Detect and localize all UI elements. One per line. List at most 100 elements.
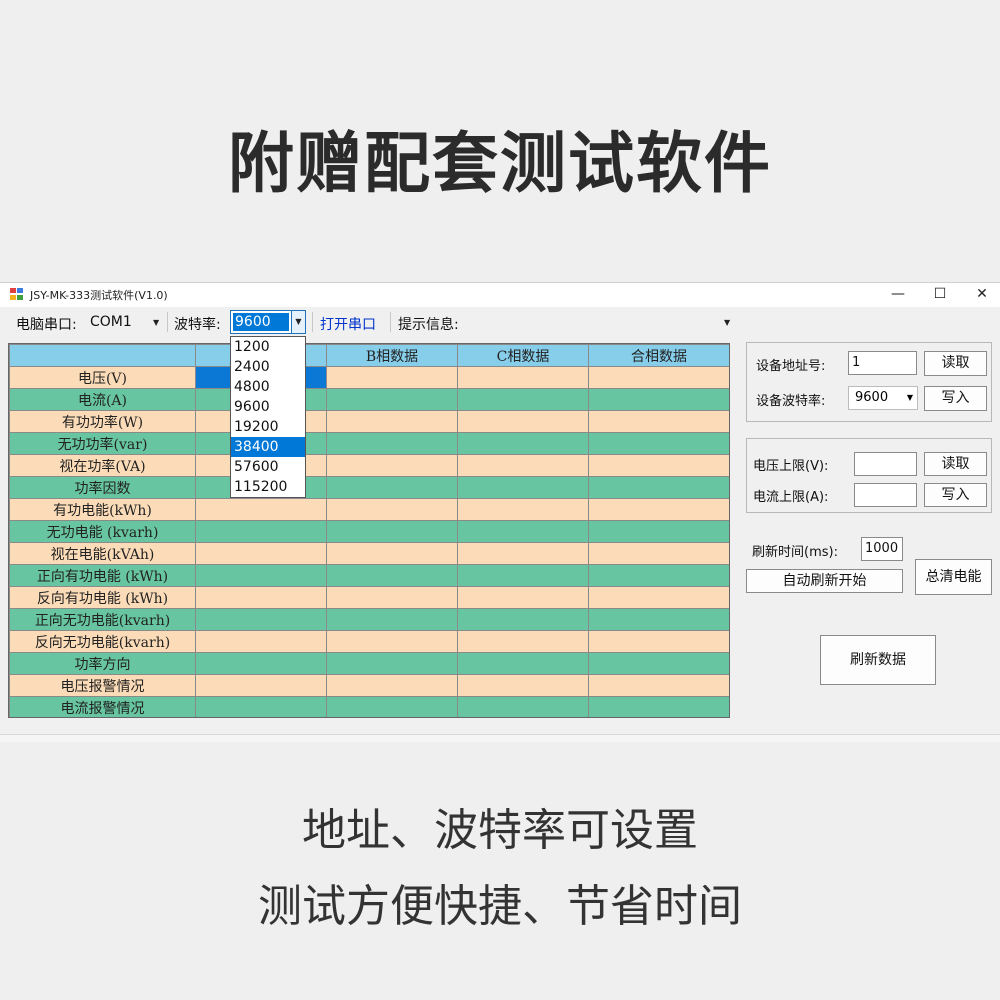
table-row[interactable]: 反向无功电能(kvarh) <box>9 630 729 653</box>
minimize-icon[interactable]: — <box>876 283 920 307</box>
port-select[interactable]: COM1 <box>90 314 132 330</box>
refresh-data-button[interactable]: 刷新数据 <box>820 635 936 685</box>
voltage-limit-input[interactable] <box>854 452 917 476</box>
baud-option[interactable]: 115200 <box>231 477 305 497</box>
info-dropdown-icon[interactable]: ▼ <box>724 318 730 327</box>
baud-dropdown-list[interactable]: 1200 2400 4800 9600 19200 38400 57600 115200 <box>230 336 306 498</box>
baud-select[interactable]: 9600 ▼ <box>230 310 306 334</box>
grid-cell[interactable] <box>195 652 327 675</box>
open-port-button[interactable]: 打开串口 <box>320 314 376 334</box>
port-dropdown-icon[interactable]: ▼ <box>153 318 159 327</box>
maximize-icon[interactable]: ☐ <box>918 283 962 307</box>
grid-cell[interactable] <box>326 388 458 411</box>
grid-cell[interactable] <box>588 586 729 609</box>
grid-cell[interactable] <box>588 520 729 543</box>
baud-option[interactable]: 1200 <box>231 337 305 357</box>
table-row[interactable]: 有功功率(W) <box>9 410 729 433</box>
grid-cell[interactable] <box>588 366 729 389</box>
grid-cell[interactable] <box>195 586 327 609</box>
grid-cell[interactable] <box>195 696 327 717</box>
data-grid[interactable]: A相数据 B相数据 C相数据 合相数据 电压(V)电流(A)有功功率(W)无功功… <box>8 343 730 718</box>
baud-option[interactable]: 57600 <box>231 457 305 477</box>
refresh-time-input[interactable]: 1000 <box>861 537 903 561</box>
grid-cell[interactable] <box>457 696 589 717</box>
grid-cell[interactable] <box>457 476 589 499</box>
grid-cell[interactable] <box>588 674 729 697</box>
grid-cell[interactable] <box>326 608 458 631</box>
grid-cell[interactable] <box>588 630 729 653</box>
table-row[interactable]: 正向有功电能 (kWh) <box>9 564 729 587</box>
write-limit-button[interactable]: 写入 <box>924 483 987 507</box>
grid-cell[interactable] <box>326 630 458 653</box>
grid-cell[interactable] <box>457 630 589 653</box>
grid-cell[interactable] <box>195 520 327 543</box>
grid-cell[interactable] <box>588 476 729 499</box>
grid-cell[interactable] <box>326 674 458 697</box>
grid-cell[interactable] <box>326 366 458 389</box>
device-baud-dropdown-icon[interactable]: ▼ <box>907 387 913 409</box>
grid-cell[interactable] <box>326 564 458 587</box>
grid-cell[interactable] <box>457 410 589 433</box>
grid-cell[interactable] <box>326 410 458 433</box>
table-row[interactable]: 无功电能 (kvarh) <box>9 520 729 543</box>
grid-cell[interactable] <box>457 432 589 455</box>
table-row[interactable]: 功率因数 <box>9 476 729 499</box>
grid-cell[interactable] <box>326 476 458 499</box>
grid-cell[interactable] <box>457 542 589 565</box>
device-baud-select[interactable]: 9600 ▼ <box>848 386 918 410</box>
grid-cell[interactable] <box>326 586 458 609</box>
baud-option[interactable]: 38400 <box>231 437 305 457</box>
grid-cell[interactable] <box>457 652 589 675</box>
grid-cell[interactable] <box>588 410 729 433</box>
table-row[interactable]: 视在电能(kVAh) <box>9 542 729 565</box>
grid-cell[interactable] <box>457 586 589 609</box>
clear-energy-button[interactable]: 总清电能 <box>915 559 992 595</box>
grid-cell[interactable] <box>457 498 589 521</box>
grid-cell[interactable] <box>326 454 458 477</box>
grid-cell[interactable] <box>457 520 589 543</box>
grid-cell[interactable] <box>195 608 327 631</box>
baud-option[interactable]: 9600 <box>231 397 305 417</box>
table-row[interactable]: 正向无功电能(kvarh) <box>9 608 729 631</box>
addr-input[interactable]: 1 <box>848 351 917 375</box>
grid-cell[interactable] <box>326 652 458 675</box>
grid-cell[interactable] <box>588 564 729 587</box>
table-row[interactable]: 反向有功电能 (kWh) <box>9 586 729 609</box>
grid-cell[interactable] <box>588 498 729 521</box>
grid-cell[interactable] <box>195 498 327 521</box>
grid-cell[interactable] <box>457 454 589 477</box>
close-icon[interactable]: ✕ <box>960 283 1000 307</box>
baud-option[interactable]: 4800 <box>231 377 305 397</box>
table-row[interactable]: 无功功率(var) <box>9 432 729 455</box>
grid-cell[interactable] <box>457 388 589 411</box>
grid-cell[interactable] <box>457 366 589 389</box>
grid-cell[interactable] <box>326 542 458 565</box>
table-row[interactable]: 视在功率(VA) <box>9 454 729 477</box>
grid-cell[interactable] <box>457 564 589 587</box>
grid-cell[interactable] <box>195 630 327 653</box>
grid-cell[interactable] <box>195 542 327 565</box>
table-row[interactable]: 有功电能(kWh) <box>9 498 729 521</box>
read-limit-button[interactable]: 读取 <box>924 452 987 476</box>
table-row[interactable]: 功率方向 <box>9 652 729 675</box>
grid-cell[interactable] <box>588 696 729 717</box>
grid-cell[interactable] <box>588 652 729 675</box>
grid-cell[interactable] <box>588 608 729 631</box>
grid-cell[interactable] <box>588 542 729 565</box>
grid-cell[interactable] <box>326 432 458 455</box>
grid-cell[interactable] <box>588 454 729 477</box>
read-addr-button[interactable]: 读取 <box>924 351 987 376</box>
baud-option[interactable]: 19200 <box>231 417 305 437</box>
baud-dropdown-icon[interactable]: ▼ <box>291 311 305 333</box>
table-row[interactable]: 电压报警情况 <box>9 674 729 697</box>
table-row[interactable]: 电流(A) <box>9 388 729 411</box>
grid-cell[interactable] <box>588 432 729 455</box>
auto-refresh-button[interactable]: 自动刷新开始 <box>746 569 903 593</box>
grid-cell[interactable] <box>195 564 327 587</box>
table-row[interactable]: 电压(V) <box>9 366 729 389</box>
current-limit-input[interactable] <box>854 483 917 507</box>
grid-cell[interactable] <box>457 608 589 631</box>
grid-cell[interactable] <box>326 696 458 717</box>
table-row[interactable]: 电流报警情况 <box>9 696 729 717</box>
grid-cell[interactable] <box>588 388 729 411</box>
